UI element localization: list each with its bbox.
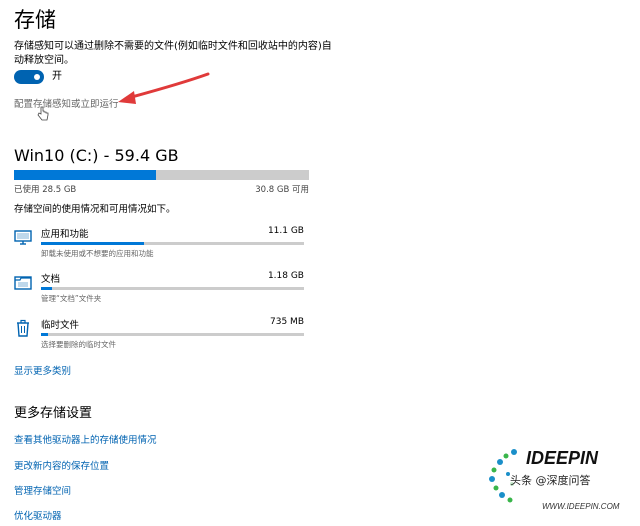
- category-bar-fill: [41, 287, 52, 290]
- drive-usage-fill: [14, 170, 156, 180]
- category-temp-files[interactable]: 临时文件 735 MB 选择要删除的临时文件: [14, 317, 304, 357]
- category-name: 应用和功能: [41, 229, 89, 240]
- watermark-text: 头条 @深度问答: [510, 472, 591, 488]
- drive-usage-bar: [14, 170, 309, 180]
- category-bar: [41, 287, 304, 290]
- drive-title: Win10 (C:) - 59.4 GB: [14, 146, 179, 165]
- category-sub: 管理“文档”文件夹: [41, 294, 102, 303]
- category-size: 11.1 GB: [267, 226, 304, 236]
- drive-used-label: 已使用 28.5 GB: [14, 185, 77, 195]
- category-name: 文档: [41, 274, 61, 285]
- category-sub: 选择要删除的临时文件: [41, 340, 116, 349]
- usage-description: 存储空间的使用情况和可用情况如下。: [14, 204, 176, 215]
- manage-storage-spaces-link[interactable]: 管理存储空间: [14, 483, 71, 497]
- storage-sense-toggle[interactable]: [14, 70, 44, 84]
- category-bar-fill: [41, 242, 144, 245]
- category-bar: [41, 333, 304, 336]
- watermark-url: WWW.IDEEPIN.COM: [542, 502, 620, 511]
- category-bar: [41, 242, 304, 245]
- category-apps[interactable]: 应用和功能 11.1 GB 卸载未使用或不想要的应用和功能: [14, 226, 304, 266]
- page-title: 存储: [14, 8, 56, 32]
- category-name: 临时文件: [41, 320, 80, 331]
- category-size: 735 MB: [270, 317, 304, 327]
- show-more-categories-link[interactable]: 显示更多类别: [14, 363, 71, 377]
- toggle-knob: [34, 74, 40, 80]
- hand-cursor-icon: [37, 106, 49, 121]
- watermark-brand: IDEEPIN: [526, 448, 599, 468]
- category-sub: 卸载未使用或不想要的应用和功能: [41, 249, 154, 258]
- category-bar-fill: [41, 333, 48, 336]
- red-arrow-annotation: [118, 72, 210, 104]
- category-size: 1.18 GB: [267, 271, 304, 281]
- view-other-drives-link[interactable]: 查看其他驱动器上的存储使用情况: [14, 432, 157, 446]
- trash-icon: [17, 319, 29, 337]
- drive-free-label: 30.8 GB 可用: [255, 185, 309, 195]
- documents-icon: [14, 276, 32, 290]
- change-save-location-link[interactable]: 更改新内容的保存位置: [14, 458, 109, 472]
- category-documents[interactable]: 文档 1.18 GB 管理“文档”文件夹: [14, 271, 304, 311]
- monitor-icon: [14, 230, 32, 245]
- optimize-drives-link[interactable]: 优化驱动器: [14, 508, 62, 522]
- more-storage-settings-title: 更多存储设置: [14, 406, 93, 421]
- storage-sense-description: 存储感知可以通过删除不需要的文件(例如临时文件和回收站中的内容)自动释放空间。: [14, 41, 332, 66]
- watermark: IDEEPIN 头条 @深度问答 WWW.IDEEPIN.COM: [484, 446, 634, 522]
- toggle-label: 开: [52, 71, 62, 82]
